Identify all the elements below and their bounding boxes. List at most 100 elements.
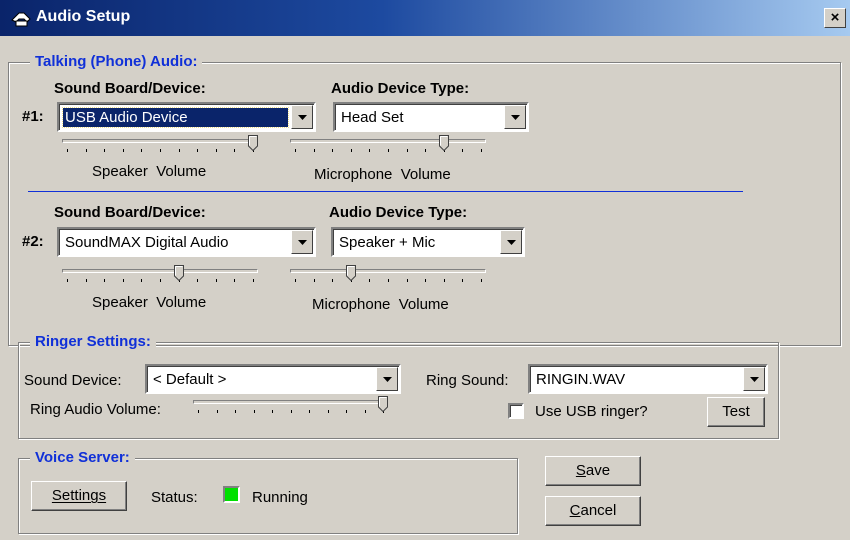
- slider-tick: [235, 410, 236, 413]
- slider-ticks: [62, 149, 258, 153]
- save-button[interactable]: Save: [545, 456, 641, 486]
- slider-tick: [406, 279, 408, 282]
- dropdown-button[interactable]: [291, 105, 313, 129]
- slider-tick: [67, 149, 68, 152]
- use-usb-ringer-checkbox[interactable]: [508, 403, 524, 419]
- ring-sound-label: Ring Sound:: [426, 372, 509, 389]
- slider-track: [62, 139, 258, 143]
- ring-sound-value: RINGIN.WAV: [536, 371, 626, 388]
- slider-tick: [141, 279, 143, 282]
- slider-tick: [388, 149, 389, 152]
- slider-tick: [443, 279, 445, 282]
- dropdown-arrow-icon: [507, 240, 516, 245]
- speaker-volume-slider-1[interactable]: [62, 135, 258, 156]
- device-type-label-2: Audio Device Type:: [329, 204, 468, 221]
- slider-tick: [122, 279, 124, 282]
- slider-tick: [160, 149, 161, 152]
- status-label: Status:: [151, 489, 198, 506]
- slider-tick: [425, 279, 427, 282]
- ringer-settings-legend: Ringer Settings:: [30, 333, 156, 350]
- ring-sound-select[interactable]: RINGIN.WAV: [528, 364, 768, 394]
- microphone-volume-slider-2[interactable]: [290, 265, 486, 286]
- slider-tick: [327, 410, 329, 413]
- device-index-1: #1:: [22, 108, 44, 125]
- device-type-select-1[interactable]: Head Set: [333, 102, 529, 132]
- dialog-body: Talking (Phone) Audio: Sound Board/Devic…: [0, 36, 850, 540]
- slider-tick: [462, 279, 464, 282]
- slider-tick: [369, 149, 371, 152]
- slider-thumb[interactable]: [438, 135, 449, 152]
- slider-tick: [160, 279, 161, 282]
- microphone-volume-slider-1[interactable]: [290, 135, 486, 156]
- slider-tick: [122, 149, 124, 152]
- sound-board-label-1: Sound Board/Device:: [54, 80, 206, 97]
- slider-ticks: [290, 279, 486, 283]
- settings-button-label: Settings: [51, 487, 107, 504]
- slider-tick: [141, 149, 143, 152]
- slider-ticks: [62, 279, 258, 283]
- slider-tick: [178, 149, 180, 152]
- slider-tick: [313, 279, 315, 282]
- device-type-select-2[interactable]: Speaker + Mic: [331, 227, 525, 257]
- slider-tick: [104, 279, 106, 282]
- slider-tick: [295, 279, 296, 282]
- speaker-volume-slider-2[interactable]: [62, 265, 258, 286]
- dropdown-button[interactable]: [504, 105, 526, 129]
- dropdown-arrow-icon: [298, 115, 307, 120]
- slider-tick: [481, 279, 482, 282]
- device-index-2: #2:: [22, 233, 44, 250]
- status-indicator-icon: [223, 486, 240, 503]
- sound-board-select-2[interactable]: SoundMAX Digital Audio: [57, 227, 316, 257]
- slider-thumb[interactable]: [378, 396, 388, 413]
- dropdown-arrow-icon: [383, 377, 392, 382]
- speaker-volume-label-1: Speaker Volume: [92, 163, 207, 180]
- slider-tick: [85, 279, 87, 282]
- slider-tick: [197, 279, 199, 282]
- slider-track: [193, 400, 388, 404]
- slider-track: [290, 269, 486, 273]
- dropdown-button[interactable]: [376, 367, 398, 391]
- slider-thumb[interactable]: [248, 135, 258, 152]
- slider-tick: [364, 410, 366, 413]
- sound-board-value-1: USB Audio Device: [62, 107, 289, 128]
- slider-tick: [253, 410, 255, 413]
- slider-thumb[interactable]: [173, 265, 184, 282]
- voice-server-settings-button[interactable]: Settings: [31, 481, 127, 511]
- microphone-volume-label-1: Microphone Volume: [314, 166, 451, 183]
- slider-tick: [290, 410, 292, 413]
- title-bar[interactable]: Audio Setup ×: [0, 0, 850, 36]
- window-title: Audio Setup: [36, 8, 131, 25]
- slider-track: [290, 139, 486, 143]
- ringer-sound-device-value: < Default >: [153, 371, 227, 388]
- slider-ticks: [193, 410, 388, 414]
- slider-tick: [406, 149, 408, 152]
- voice-server-legend: Voice Server:: [30, 449, 135, 466]
- ringer-sound-device-select[interactable]: < Default >: [145, 364, 401, 394]
- sound-board-value-2: SoundMAX Digital Audio: [65, 234, 229, 251]
- device-separator: [28, 191, 743, 192]
- sound-board-select-1[interactable]: USB Audio Device: [57, 102, 316, 132]
- slider-tick: [234, 149, 236, 152]
- device-type-label-1: Audio Device Type:: [331, 80, 470, 97]
- slider-tick: [234, 279, 236, 282]
- slider-tick: [462, 149, 464, 152]
- dropdown-button[interactable]: [291, 230, 313, 254]
- ring-audio-volume-slider[interactable]: [193, 396, 388, 417]
- slider-tick: [295, 149, 296, 152]
- slider-tick: [253, 279, 254, 282]
- slider-thumb[interactable]: [345, 265, 356, 282]
- status-value: Running: [252, 489, 308, 506]
- slider-tick: [104, 149, 106, 152]
- slider-tick: [197, 149, 199, 152]
- close-button[interactable]: ×: [824, 8, 846, 28]
- cancel-button-label: Cancel: [569, 502, 617, 519]
- dropdown-button[interactable]: [743, 367, 765, 391]
- test-button[interactable]: Test: [707, 397, 765, 427]
- cancel-button[interactable]: Cancel: [545, 496, 641, 526]
- slider-tick: [369, 279, 371, 282]
- slider-tick: [425, 149, 427, 152]
- ring-audio-volume-label: Ring Audio Volume:: [30, 401, 161, 418]
- dropdown-button[interactable]: [500, 230, 522, 254]
- close-icon: ×: [830, 9, 840, 26]
- slider-track: [62, 269, 258, 273]
